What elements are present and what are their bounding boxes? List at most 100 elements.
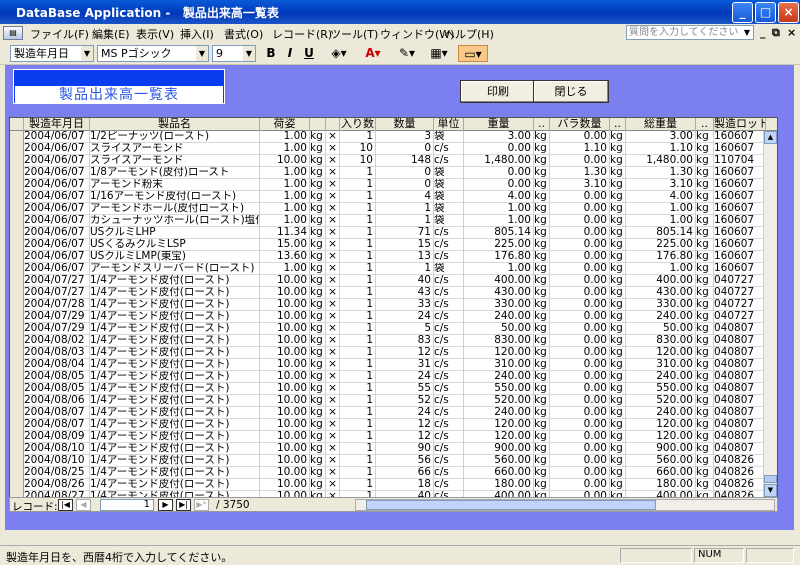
cell-package[interactable]: 10.00 [260, 407, 310, 419]
cell-total-weight[interactable]: 120.00 [626, 431, 696, 443]
cell-product[interactable]: 1/4アーモンド皮付(ロースト) [90, 335, 260, 347]
last-record-icon[interactable]: ▶| [176, 499, 191, 511]
cell-loose-unit[interactable]: kg [610, 323, 626, 335]
cell-unit[interactable]: c/s [434, 335, 464, 347]
cell-quantity[interactable]: 83 [376, 335, 434, 347]
new-record-icon[interactable]: ▶* [194, 499, 209, 511]
cell-loose-qty[interactable]: 0.00 [550, 383, 610, 395]
cell-unit[interactable]: c/s [434, 359, 464, 371]
cell-product[interactable]: 1/4アーモンド皮付(ロースト) [90, 479, 260, 491]
cell-per-case[interactable]: 1 [340, 191, 376, 203]
cell-loose-qty[interactable]: 0.00 [550, 299, 610, 311]
cell-times[interactable]: × [326, 383, 340, 395]
cell-per-case[interactable]: 1 [340, 347, 376, 359]
cell-weight-unit[interactable]: kg [534, 395, 550, 407]
cell-unit[interactable]: c/s [434, 251, 464, 263]
cell-unit[interactable]: c/s [434, 371, 464, 383]
cell-unit[interactable]: c/s [434, 287, 464, 299]
row-selector[interactable] [10, 155, 24, 167]
cell-total-weight[interactable]: 1.00 [626, 215, 696, 227]
cell-total-weight[interactable]: 660.00 [626, 467, 696, 479]
cell-package-unit[interactable]: kg [310, 287, 326, 299]
cell-total-weight[interactable]: 50.00 [626, 323, 696, 335]
cell-per-case[interactable]: 1 [340, 203, 376, 215]
header-unit[interactable]: 単位 [434, 118, 464, 131]
row-selector[interactable] [10, 227, 24, 239]
first-record-icon[interactable]: |◀ [58, 499, 73, 511]
cell-total-unit[interactable]: kg [696, 131, 714, 143]
cell-date[interactable]: 2004/06/07 [24, 131, 90, 143]
table-row[interactable]: 2004/08/25 1/4アーモンド皮付(ロースト) 10.00 kg × 1 66 c/s… [10, 467, 777, 479]
cell-package-unit[interactable]: kg [310, 431, 326, 443]
cell-unit[interactable]: 袋 [434, 263, 464, 275]
cell-loose-qty[interactable]: 1.30 [550, 167, 610, 179]
cell-per-case[interactable]: 1 [340, 311, 376, 323]
cell-lot[interactable]: 160607 [714, 239, 766, 251]
cell-lot[interactable]: 160607 [714, 251, 766, 263]
cell-loose-qty[interactable]: 0.00 [550, 455, 610, 467]
cell-times[interactable]: × [326, 287, 340, 299]
cell-quantity[interactable]: 33 [376, 299, 434, 311]
doc-close-icon[interactable]: × [787, 26, 796, 39]
table-row[interactable]: 2004/06/07 スライスアーモンド 10.00 kg × 10 148 c/s 1,480… [10, 155, 777, 167]
menu-insert[interactable]: 挿入(I) [180, 26, 214, 42]
cell-date[interactable]: 2004/08/07 [24, 407, 90, 419]
table-row[interactable]: 2004/08/06 1/4アーモンド皮付(ロースト) 10.00 kg × 1 52 c/s… [10, 395, 777, 407]
cell-loose-qty[interactable]: 0.00 [550, 407, 610, 419]
cell-loose-unit[interactable]: kg [610, 131, 626, 143]
cell-quantity[interactable]: 0 [376, 167, 434, 179]
cell-loose-qty[interactable]: 0.00 [550, 251, 610, 263]
row-selector[interactable] [10, 143, 24, 155]
header-total-weight[interactable]: 総重量 [626, 118, 696, 131]
cell-total-unit[interactable]: kg [696, 311, 714, 323]
row-selector[interactable] [10, 335, 24, 347]
cell-weight[interactable]: 1.00 [464, 215, 534, 227]
cell-weight[interactable]: 430.00 [464, 287, 534, 299]
cell-product[interactable]: USクルミLHP [90, 227, 260, 239]
cell-weight[interactable]: 900.00 [464, 443, 534, 455]
cell-package[interactable]: 11.34 [260, 227, 310, 239]
cell-times[interactable]: × [326, 203, 340, 215]
cell-per-case[interactable]: 1 [340, 467, 376, 479]
cell-lot[interactable]: 160607 [714, 263, 766, 275]
cell-weight-unit[interactable]: kg [534, 383, 550, 395]
cell-loose-unit[interactable]: kg [610, 359, 626, 371]
cell-package[interactable]: 10.00 [260, 383, 310, 395]
cell-quantity[interactable]: 40 [376, 275, 434, 287]
doc-restore-icon[interactable]: ⧉ [772, 26, 780, 40]
cell-lot[interactable]: 040826 [714, 455, 766, 467]
cell-product[interactable]: カシューナッツホール(ロースト)塩付 [90, 215, 260, 227]
cell-total-weight[interactable]: 176.80 [626, 251, 696, 263]
cell-weight[interactable]: 805.14 [464, 227, 534, 239]
cell-package[interactable]: 1.00 [260, 215, 310, 227]
cell-total-unit[interactable]: kg [696, 395, 714, 407]
cell-lot[interactable]: 040807 [714, 395, 766, 407]
cell-quantity[interactable]: 15 [376, 239, 434, 251]
cell-total-unit[interactable]: kg [696, 335, 714, 347]
cell-total-weight[interactable]: 400.00 [626, 275, 696, 287]
cell-lot[interactable]: 040727 [714, 311, 766, 323]
cell-weight-unit[interactable]: kg [534, 131, 550, 143]
cell-times[interactable]: × [326, 179, 340, 191]
cell-quantity[interactable]: 66 [376, 467, 434, 479]
cell-times[interactable]: × [326, 419, 340, 431]
row-selector[interactable] [10, 311, 24, 323]
cell-package[interactable]: 10.00 [260, 359, 310, 371]
cell-lot[interactable]: 110704 [714, 155, 766, 167]
header-weight[interactable]: 重量 [464, 118, 534, 131]
cell-loose-unit[interactable]: kg [610, 419, 626, 431]
cell-package[interactable]: 10.00 [260, 299, 310, 311]
cell-package[interactable]: 10.00 [260, 431, 310, 443]
row-selector[interactable] [10, 299, 24, 311]
cell-weight[interactable]: 330.00 [464, 299, 534, 311]
cell-package-unit[interactable]: kg [310, 455, 326, 467]
cell-total-unit[interactable]: kg [696, 179, 714, 191]
minimize-button[interactable]: _ [732, 2, 753, 23]
scroll-up-icon[interactable]: ▲ [764, 131, 777, 144]
row-selector[interactable] [10, 395, 24, 407]
cell-weight[interactable]: 830.00 [464, 335, 534, 347]
app-icon[interactable]: ▤ [3, 26, 23, 40]
cell-package[interactable]: 13.60 [260, 251, 310, 263]
cell-date[interactable]: 2004/08/25 [24, 467, 90, 479]
row-selector[interactable] [10, 179, 24, 191]
